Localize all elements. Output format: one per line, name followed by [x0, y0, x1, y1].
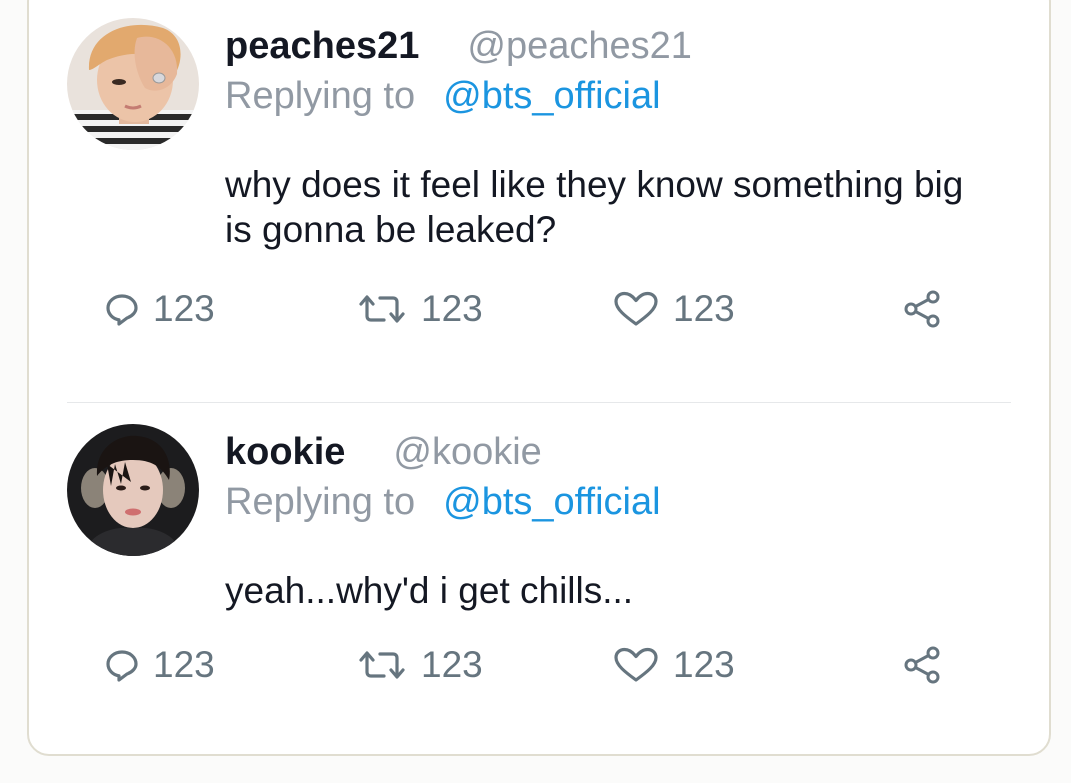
- heart-icon: [613, 291, 659, 327]
- tweet-actions: 123 123 123: [29, 640, 1049, 690]
- avatar-photo: [67, 18, 199, 150]
- user-handle[interactable]: @kookie: [393, 431, 541, 473]
- reply-count: 123: [153, 288, 215, 329]
- avatar-photo: [67, 424, 199, 556]
- author-line: peaches21 @peaches21: [225, 24, 692, 68]
- like-button[interactable]: 123: [613, 640, 735, 690]
- retweet-icon: [357, 648, 407, 682]
- replying-to-line: Replying to @bts_official: [225, 74, 661, 118]
- share-button[interactable]: [903, 284, 943, 334]
- page: peaches21 @peaches21 Replying to @bts_offi…: [0, 0, 1071, 783]
- reply-button[interactable]: 123: [105, 640, 215, 690]
- display-name[interactable]: kookie: [225, 431, 345, 473]
- retweet-count: 123: [421, 288, 483, 329]
- avatar[interactable]: [67, 424, 199, 556]
- divider: [67, 402, 1011, 403]
- share-icon: [903, 646, 943, 684]
- heart-icon: [613, 647, 659, 683]
- replies-card: peaches21 @peaches21 Replying to @bts_offi…: [27, 0, 1051, 756]
- tweet-actions: 123 123 123: [29, 284, 1049, 334]
- avatar[interactable]: [67, 18, 199, 150]
- reply-button[interactable]: 123: [105, 284, 215, 334]
- share-button[interactable]: [903, 640, 943, 690]
- like-count: 123: [673, 288, 735, 329]
- share-icon: [903, 290, 943, 328]
- like-button[interactable]: 123: [613, 284, 735, 334]
- mention-link[interactable]: @bts_official: [443, 75, 660, 117]
- reply-icon: [105, 292, 139, 326]
- author-line: kookie @kookie: [225, 430, 542, 474]
- display-name[interactable]: peaches21: [225, 25, 419, 67]
- tweet-text-line: yeah...why'd i get chills...: [225, 570, 634, 611]
- reply-icon: [105, 648, 139, 682]
- retweet-button[interactable]: 123: [357, 284, 483, 334]
- retweet-icon: [357, 292, 407, 326]
- tweet-text: yeah...why'd i get chills...: [225, 568, 1049, 613]
- tweet-text-line: is gonna be leaked?: [225, 209, 557, 250]
- replying-to-label: Replying to: [225, 481, 416, 523]
- replying-to-line: Replying to @bts_official: [225, 480, 661, 524]
- retweet-count: 123: [421, 644, 483, 685]
- like-count: 123: [673, 644, 735, 685]
- user-handle[interactable]: @peaches21: [467, 25, 692, 67]
- replying-to-label: Replying to: [225, 75, 416, 117]
- tweet-text: why does it feel like they know somethin…: [225, 162, 1049, 252]
- tweet[interactable]: kookie @kookie Replying to @bts_official y…: [29, 408, 1049, 754]
- tweet-text-line: why does it feel like they know somethin…: [225, 164, 964, 205]
- reply-count: 123: [153, 644, 215, 685]
- tweet[interactable]: peaches21 @peaches21 Replying to @bts_offi…: [29, 2, 1049, 382]
- mention-link[interactable]: @bts_official: [443, 481, 660, 523]
- retweet-button[interactable]: 123: [357, 640, 483, 690]
